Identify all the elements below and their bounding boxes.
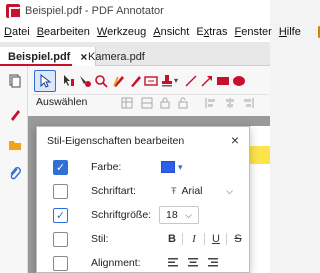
font-size-value: 18: [166, 209, 178, 221]
title-bar: Beispiel.pdf - PDF Annotator: [0, 0, 270, 22]
menu-extras[interactable]: Extras: [196, 26, 227, 38]
row-schriftgroesse: ✓ Schriftgröße: 18 ⌵: [37, 203, 251, 227]
font-value: Arial: [181, 185, 203, 197]
font-select[interactable]: Ŧ Arial ⌵: [167, 182, 239, 200]
left-align-icon[interactable]: [167, 257, 179, 268]
highlighter-icon[interactable]: [128, 74, 142, 88]
alignment-checkbox[interactable]: [53, 255, 68, 271]
align-right-icon: [244, 98, 254, 108]
annotation-toolbar: ▾ Auswählen: [28, 66, 270, 116]
italic-button[interactable]: I: [187, 233, 201, 245]
center-align-icon[interactable]: [187, 257, 199, 268]
selection-mode-label: Auswählen: [36, 96, 88, 108]
menu-hilfe[interactable]: Hilfe: [279, 26, 301, 38]
pdf-annotator-app-icon: [6, 4, 21, 19]
grid-alt-icon: [141, 97, 153, 109]
menu-datei[interactable]: Datei: [4, 26, 30, 38]
font-size-select[interactable]: 18 ⌵: [159, 206, 199, 224]
strikethrough-button[interactable]: S: [231, 233, 245, 245]
rectangle-tool-icon[interactable]: [216, 74, 230, 88]
row-stil: Stil: B I U S: [37, 227, 251, 251]
grid-icon: [121, 97, 133, 109]
pen-icon[interactable]: [8, 108, 22, 122]
farbe-label: Farbe:: [91, 161, 122, 173]
row-farbe: ✓ Farbe: ▾: [37, 155, 251, 179]
right-align-icon[interactable]: [207, 257, 219, 268]
text-cursor-tool-icon[interactable]: [62, 74, 76, 88]
separator: [226, 233, 227, 245]
text-box-icon[interactable]: [144, 74, 158, 88]
row-schriftart: Schriftart: Ŧ Arial ⌵: [37, 179, 251, 203]
align-left-icon: [205, 98, 215, 108]
close-icon[interactable]: ×: [231, 132, 239, 148]
tab-kamera[interactable]: Kamera.pdf: [80, 47, 153, 66]
tab-label: Beispiel.pdf: [8, 50, 71, 63]
menu-werkzeug[interactable]: Werkzeug: [97, 26, 146, 38]
arrow-tool-icon[interactable]: [200, 74, 214, 88]
line-tool-icon[interactable]: [184, 74, 198, 88]
stil-checkbox[interactable]: [53, 231, 68, 247]
menu-ansicht[interactable]: Ansicht: [153, 26, 189, 38]
farbe-checkbox[interactable]: ✓: [53, 159, 68, 175]
row-alignment: Alignment:: [37, 251, 251, 273]
ellipse-tool-icon[interactable]: [232, 74, 246, 88]
chevron-down-icon: ⌵: [226, 185, 233, 196]
schriftgroesse-label: Schriftgröße:: [91, 209, 152, 221]
chevron-down-icon: ⌵: [185, 209, 192, 220]
unlock-icon: [178, 97, 188, 109]
underline-button[interactable]: U: [209, 233, 223, 245]
left-sidebar: [0, 66, 28, 273]
window-title: Beispiel.pdf - PDF Annotator: [25, 5, 164, 17]
bold-button[interactable]: B: [165, 233, 179, 245]
stamp-icon[interactable]: [160, 74, 174, 88]
pages-icon[interactable]: [8, 74, 22, 88]
folder-icon[interactable]: [8, 138, 22, 152]
menu-bar: Datei Bearbeiten Werkzeug Ansicht Extras…: [0, 22, 320, 42]
chevron-down-icon[interactable]: ▾: [178, 162, 183, 173]
menu-fenster[interactable]: Fenster: [235, 26, 272, 38]
menu-bearbeiten[interactable]: Bearbeiten: [37, 26, 90, 38]
dialog-title: Stil-Eigenschaften bearbeiten: [47, 135, 185, 147]
stil-label: Stil:: [91, 233, 109, 245]
document-tab-bar: Beispiel.pdf × Kamera.pdf: [0, 42, 270, 66]
zoom-icon[interactable]: [94, 74, 108, 88]
cursor-icon: [40, 74, 52, 88]
marker-tool-icon[interactable]: [78, 74, 92, 88]
align-center-icon: [226, 98, 234, 108]
separator: [182, 233, 183, 245]
schriftgroesse-checkbox[interactable]: ✓: [53, 207, 68, 223]
style-properties-dialog: Stil-Eigenschaften bearbeiten × ✓ Farbe:…: [36, 126, 250, 273]
lock-icon: [160, 97, 170, 109]
pencil-icon[interactable]: [112, 74, 126, 88]
color-swatch[interactable]: [161, 161, 175, 173]
alignment-label: Alignment:: [91, 257, 141, 269]
paperclip-icon[interactable]: [8, 166, 22, 180]
chevron-down-icon[interactable]: ▾: [174, 76, 178, 85]
font-type-icon: Ŧ: [171, 186, 177, 196]
separator: [204, 233, 205, 245]
schriftart-label: Schriftart:: [91, 185, 136, 197]
schriftart-checkbox[interactable]: [53, 183, 68, 199]
tab-label: Kamera.pdf: [88, 50, 145, 63]
